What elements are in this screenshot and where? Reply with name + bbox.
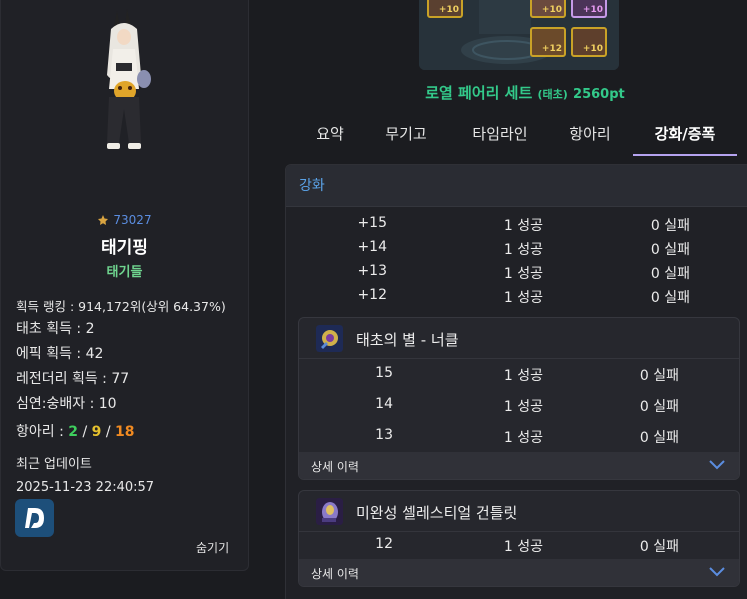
character-name: 태기핑 [101, 238, 148, 258]
item-card-header: 미완성 셀레스티얼 건틀릿 [299, 491, 739, 532]
hangari-yellow: 9 [91, 424, 102, 440]
hangari-orange: 18 [115, 424, 135, 440]
tab-enhance[interactable]: 강화/증폭 [633, 116, 737, 156]
character-profile-card: 73027 태기핑 태기들 획득 랭킹 : 914,172위(상위 64.37%… [0, 0, 249, 571]
fame-score: 73027 [1, 213, 248, 227]
item-fail: 0 실패 [639, 399, 679, 415]
stat-legendary: 레전더리 획득 : 77 [16, 371, 130, 387]
set-title: 로열 페어리 세트 (태초) 2560pt [380, 82, 670, 103]
rank-line: 획득 랭킹 : 914,172위(상위 64.37%) [16, 299, 226, 314]
dnf-d-logo [25, 508, 44, 528]
enhance-level: +13 [357, 263, 387, 279]
item-name: 태초의 별 - 너클 [356, 331, 459, 349]
slot-level: +12 [541, 44, 562, 54]
stat-abyss: 심연:숭배자 : 10 [16, 396, 117, 412]
item-level: 15 [375, 365, 393, 381]
enhance-level: +15 [357, 215, 387, 231]
tab-armory[interactable]: 무기고 [373, 116, 439, 156]
chevron-down-icon[interactable] [709, 458, 725, 470]
stat-hangari: 항아리 : 2 / 9 / 18 [16, 422, 226, 447]
detail-history-toggle[interactable]: 상세 이력 [299, 559, 739, 586]
set-banner-image: +10 +10 +10 +12 +10 [419, 0, 619, 70]
enhance-fail: 0 실패 [650, 218, 690, 234]
slot-level: +10 [541, 5, 562, 15]
stats-list: 획득 랭킹 : 914,172위(상위 64.37%) 태초 획득 : 2 에픽… [16, 297, 226, 447]
set-slot-5[interactable]: +10 [571, 27, 607, 57]
enhance-fail: 0 실패 [650, 242, 690, 258]
last-updated: 최근 업데이트 2025-11-23 22:40:57 [16, 453, 154, 499]
detail-history-label: 상세 이력 [311, 460, 359, 474]
set-rarity: (태초) [537, 88, 568, 101]
item-name: 미완성 셀레스티얼 건틀릿 [356, 504, 518, 522]
slot-level: +10 [582, 5, 603, 15]
fame-icon [98, 215, 109, 225]
enhance-row: +13 1 성공 0 실패 [286, 261, 747, 285]
enhance-level: +12 [357, 287, 387, 303]
stat-primal: 태초 획득 : 2 [16, 321, 95, 337]
hangari-label: 항아리 : [16, 424, 69, 440]
fame-value: 73027 [113, 213, 152, 227]
set-slot-4[interactable]: +12 [530, 27, 566, 57]
tab-timeline[interactable]: 타임라인 [460, 116, 540, 156]
slot-level: +10 [582, 44, 603, 54]
chevron-down-icon[interactable] [709, 565, 725, 577]
set-slot-2[interactable]: +10 [530, 0, 566, 18]
hangari-sep-2: / [101, 424, 116, 440]
tab-bar: 요약 무기고 타임라인 항아리 강화/증폭 [300, 116, 747, 156]
hangari-green: 2 [68, 424, 79, 440]
enhance-fail: 0 실패 [650, 266, 690, 282]
enhance-row: +14 1 성공 0 실패 [286, 237, 747, 261]
enhance-header: 강화 [286, 165, 747, 207]
item-level: 12 [375, 536, 393, 552]
enhance-row: +15 1 성공 0 실패 [286, 213, 747, 237]
item-history-row: 14 1 성공 0 실패 [299, 390, 739, 421]
stat-epic: 에픽 획득 : 42 [16, 346, 104, 362]
enhance-success: 1 성공 [503, 290, 543, 306]
detail-history-label: 상세 이력 [311, 567, 359, 581]
slot-level: +10 [438, 5, 459, 15]
item-fail: 0 실패 [639, 430, 679, 446]
set-points: 2560pt [573, 87, 625, 102]
item-level: 13 [375, 427, 393, 443]
item-card-header: 태초의 별 - 너클 [299, 318, 739, 359]
enhance-success: 1 성공 [503, 242, 543, 258]
item-fail: 0 실패 [639, 539, 679, 555]
detail-history-toggle[interactable]: 상세 이력 [299, 452, 739, 479]
enhance-level: +14 [357, 239, 387, 255]
character-portrait [107, 9, 151, 149]
item-level: 14 [375, 396, 393, 412]
item-history-row: 13 1 성공 0 실패 [299, 421, 739, 452]
tab-summary[interactable]: 요약 [304, 116, 356, 156]
gauntlet-item-icon [316, 498, 343, 525]
set-slot-3[interactable]: +10 [571, 0, 607, 18]
hide-button[interactable]: 숨기기 [196, 539, 229, 556]
item-success: 1 성공 [503, 399, 543, 415]
dnf-link-button[interactable] [15, 499, 54, 537]
guild-name[interactable]: 태기들 [1, 261, 248, 280]
item-history-row: 12 1 성공 0 실패 [299, 532, 739, 559]
updated-label: 최근 업데이트 [16, 457, 92, 472]
knuckle-item-icon [316, 325, 343, 352]
enhance-success: 1 성공 [503, 266, 543, 282]
hangari-sep-1: / [78, 424, 92, 440]
enhance-fail: 0 실패 [650, 290, 690, 306]
enhance-success: 1 성공 [503, 218, 543, 234]
item-fail: 0 실패 [639, 368, 679, 384]
item-card: 태초의 별 - 너클 15 1 성공 0 실패 14 1 성공 0 실패 13 … [298, 317, 740, 480]
item-success: 1 성공 [503, 368, 543, 384]
tab-hangari[interactable]: 항아리 [558, 116, 622, 156]
updated-time: 2025-11-23 22:40:57 [16, 480, 155, 495]
set-name: 로열 페어리 세트 [425, 84, 533, 102]
enhance-panel: 강화 +15 1 성공 0 실패 +14 1 성공 0 실패 +13 1 성공 … [285, 164, 747, 599]
item-history-row: 15 1 성공 0 실패 [299, 359, 739, 390]
item-success: 1 성공 [503, 430, 543, 446]
item-card: 미완성 셀레스티얼 건틀릿 12 1 성공 0 실패 상세 이력 [298, 490, 740, 587]
set-slot-1[interactable]: +10 [427, 0, 463, 18]
enhance-row: +12 1 성공 0 실패 [286, 285, 747, 309]
item-success: 1 성공 [503, 539, 543, 555]
